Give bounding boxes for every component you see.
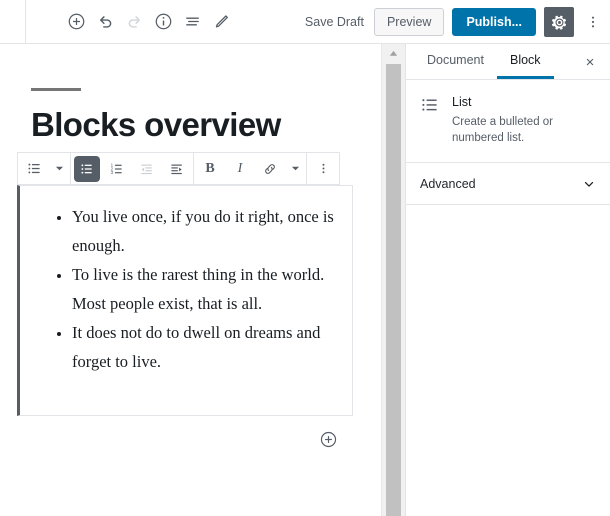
block-type-list-icon[interactable] [19, 153, 49, 184]
block-options-ellipsis-icon[interactable] [308, 153, 338, 184]
block-card-text: List Create a bulleted or numbered list. [452, 94, 596, 146]
block-info-card: List Create a bulleted or numbered list. [406, 80, 610, 164]
panel-advanced[interactable]: Advanced [406, 163, 610, 206]
add-block-inserter-icon[interactable] [318, 429, 338, 449]
vertical-ellipsis-icon[interactable] [582, 7, 604, 37]
bold-icon[interactable]: B [195, 153, 225, 184]
top-bar-tools [25, 0, 236, 44]
editor-scrollbar[interactable] [381, 44, 405, 516]
add-block-icon[interactable] [62, 5, 91, 39]
redo-icon[interactable] [120, 5, 149, 39]
block-options-group [307, 153, 339, 184]
save-draft-button[interactable]: Save Draft [303, 11, 366, 33]
more-rich-text-icon[interactable] [285, 153, 305, 184]
list-item[interactable]: To live is the rarest thing in the world… [72, 260, 338, 318]
chevron-down-icon [582, 177, 596, 191]
block-type-group [18, 153, 71, 184]
edit-pencil-icon[interactable] [207, 5, 236, 39]
gutenberg-editor-window: Save Draft Preview Publish... Blocks ove… [0, 0, 610, 516]
list-format-group: 1 2 3 [71, 153, 194, 184]
page-title[interactable]: Blocks overview [31, 106, 281, 143]
panel-advanced-label: Advanced [420, 176, 476, 191]
block-card-description: Create a bulleted or numbered list. [452, 116, 554, 145]
undo-icon[interactable] [91, 5, 120, 39]
block-type-chevron-down-icon[interactable] [49, 153, 69, 184]
info-icon[interactable] [149, 5, 178, 39]
block-toolbar: 1 2 3 B I [17, 152, 340, 185]
title-divider-rule [31, 88, 81, 91]
rich-text-group: B I [194, 153, 307, 184]
block-navigation-icon[interactable] [178, 5, 207, 39]
svg-text:3: 3 [111, 170, 114, 175]
close-icon[interactable]: × [574, 44, 606, 80]
tab-document[interactable]: Document [414, 44, 497, 79]
publish-button[interactable]: Publish... [452, 8, 536, 36]
preview-button[interactable]: Preview [373, 8, 445, 36]
scrollbar-thumb[interactable] [386, 64, 401, 516]
top-bar-actions: Save Draft Preview Publish... [303, 0, 604, 44]
outdent-list-icon[interactable] [132, 153, 162, 184]
list-block[interactable]: You live once, if you do it right, once … [17, 185, 353, 416]
editor-canvas[interactable]: Blocks overview 1 2 3 B I • You live onc… [0, 44, 381, 516]
unordered-list-icon[interactable] [74, 155, 100, 182]
gear-icon[interactable] [544, 7, 574, 37]
tab-block[interactable]: Block [496, 44, 554, 79]
link-icon[interactable] [255, 153, 285, 184]
scroll-up-arrow-icon[interactable] [382, 44, 405, 62]
list-item[interactable]: It does not do to dwell on dreams and fo… [72, 318, 338, 376]
editor-top-bar: Save Draft Preview Publish... [0, 0, 610, 44]
italic-icon[interactable]: I [225, 153, 255, 184]
indent-list-icon[interactable] [162, 153, 192, 184]
list-item[interactable]: You live once, if you do it right, once … [72, 202, 338, 260]
sidebar-tabs: Document Block × [406, 44, 610, 80]
ordered-list-icon[interactable]: 1 2 3 [102, 153, 132, 184]
post-title-area: Blocks overview [31, 88, 281, 143]
block-card-title: List [452, 95, 472, 109]
list-block-content[interactable]: You live once, if you do it right, once … [20, 186, 352, 392]
list-block-icon [420, 95, 440, 120]
settings-sidebar: Document Block × List Create a bulleted … [405, 44, 610, 516]
